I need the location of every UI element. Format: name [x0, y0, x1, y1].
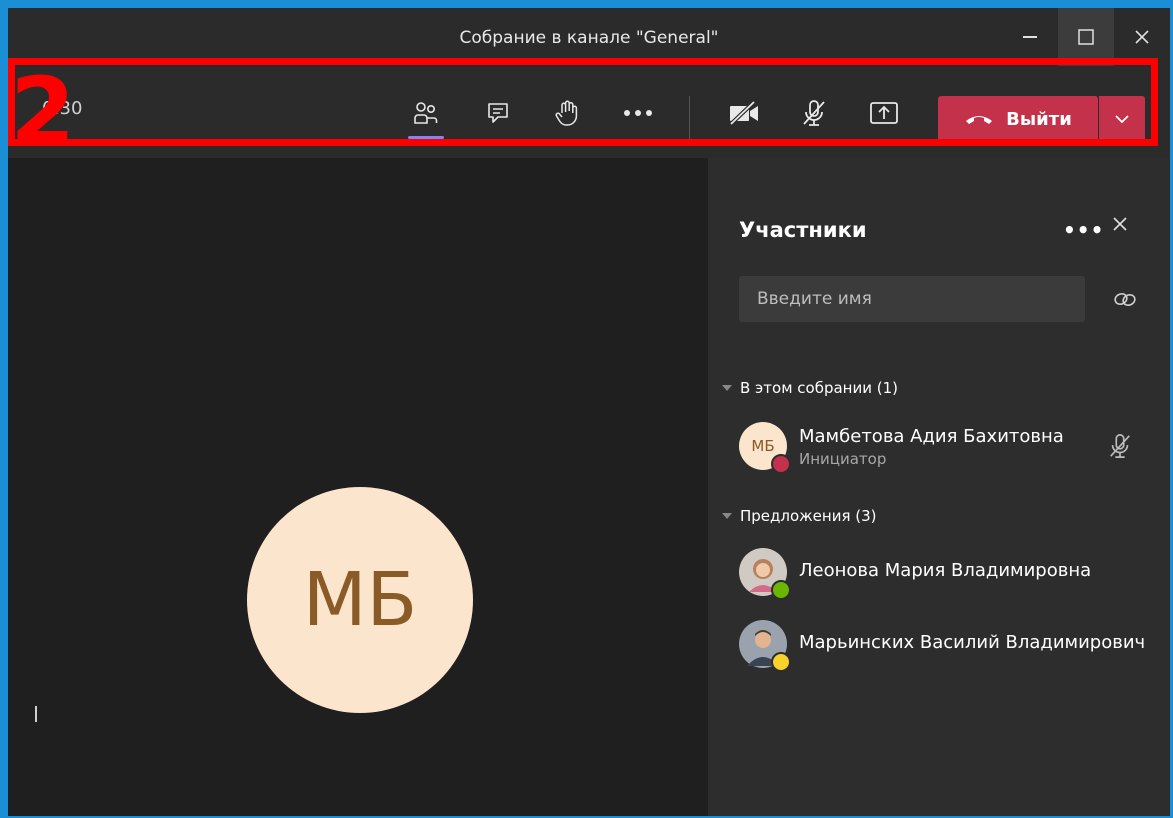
link-icon — [1114, 293, 1136, 306]
caret-down-icon — [722, 513, 732, 519]
participant-name: Мамбетова Адия Бахитовна — [799, 426, 1064, 447]
video-stage: МБ — [8, 158, 708, 816]
suggestions-section-header[interactable]: Предложения (3) — [722, 507, 877, 525]
suggestion-name: Леонова Мария Владимировна — [799, 560, 1092, 581]
caret-down-icon — [722, 385, 732, 391]
panel-close-button[interactable] — [1112, 216, 1128, 236]
avatar — [739, 548, 791, 600]
suggestion-name: Марьинских Василий Владимирович — [799, 632, 1146, 653]
status-available-icon — [771, 580, 791, 600]
in-meeting-section-header[interactable]: В этом собрании (1) — [722, 379, 898, 397]
maximize-icon — [1078, 29, 1094, 45]
close-icon — [1113, 217, 1127, 231]
status-busy-icon — [771, 454, 791, 474]
suggestion-row[interactable]: Марьинских Василий Владимирович — [739, 620, 1159, 672]
presenter-avatar: МБ — [247, 487, 473, 713]
status-away-icon — [771, 652, 791, 672]
avatar — [739, 620, 791, 672]
minimize-icon — [1023, 36, 1037, 38]
avatar: МБ — [739, 422, 791, 474]
suggestion-row[interactable]: Леонова Мария Владимировна — [739, 548, 1159, 600]
participant-row[interactable]: МБ Мамбетова Адия Бахитовна Инициатор — [739, 422, 1159, 474]
annotation-number: 2 — [10, 58, 76, 167]
participants-panel: Участники ••• В этом собрании (1) МБ Мам… — [708, 158, 1170, 816]
participant-search-input[interactable] — [739, 276, 1085, 322]
annotation-highlight-box — [8, 58, 1158, 146]
share-invite-button[interactable] — [1112, 290, 1138, 312]
microphone-off-icon — [1110, 434, 1130, 458]
close-icon — [1135, 30, 1149, 44]
panel-title: Участники — [739, 218, 867, 242]
participant-role: Инициатор — [799, 450, 887, 468]
text-cursor — [35, 706, 37, 722]
panel-more-button[interactable]: ••• — [1063, 218, 1104, 242]
